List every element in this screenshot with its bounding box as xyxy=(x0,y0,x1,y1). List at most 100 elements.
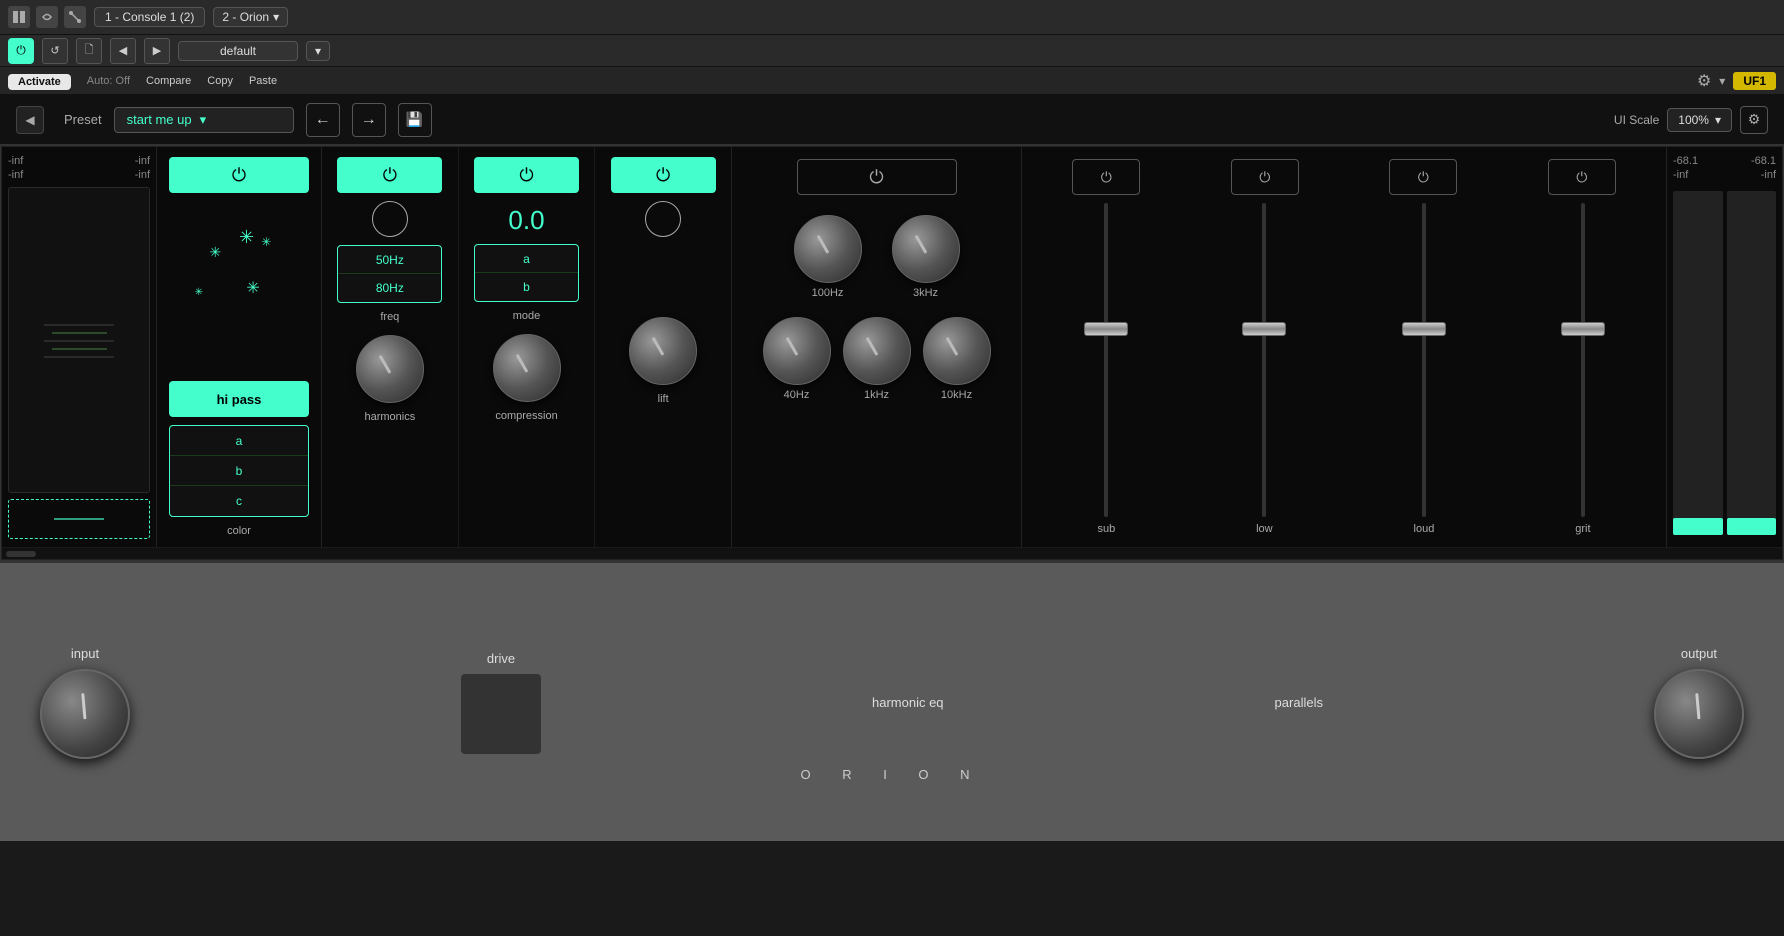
loud-fader-track[interactable] xyxy=(1422,203,1426,517)
heq-10khz-knob[interactable] xyxy=(923,317,991,385)
heq-1khz-knob[interactable] xyxy=(843,317,911,385)
vu-top-right: -inf xyxy=(135,155,150,167)
drive-power-icon: ⏻ xyxy=(383,165,397,186)
loud-fader-thumb[interactable] xyxy=(1402,322,1446,336)
bottom-section: input drive O R I O N harmonic eq parall… xyxy=(0,561,1784,841)
hi-pass-button[interactable]: hi pass xyxy=(169,381,309,417)
sub-fader-track[interactable] xyxy=(1104,203,1108,517)
grit-fader-thumb[interactable] xyxy=(1561,322,1605,336)
grit-fader-track[interactable] xyxy=(1581,203,1585,517)
output-level-left xyxy=(1673,518,1723,535)
uf1-badge: UF1 xyxy=(1733,72,1776,90)
lift-circle xyxy=(645,201,681,237)
parallels-section: ⏻ ⏻ ⏻ ⏻ xyxy=(1022,147,1667,547)
paste-button[interactable]: Paste xyxy=(249,75,277,87)
ui-scale-arrow-icon: ▾ xyxy=(1715,113,1721,127)
prev-arrow-icon: ← xyxy=(315,111,331,129)
plugin-wrapper: -inf -inf -inf -inf xyxy=(0,145,1784,561)
loud-power-icon: ⏻ xyxy=(1418,169,1429,186)
panels-icon[interactable] xyxy=(8,6,30,28)
plugin-dropdown[interactable]: 2 - Orion ▾ xyxy=(213,7,288,27)
harmonic-eq-label: harmonic eq xyxy=(872,695,944,710)
activate-button[interactable]: Activate xyxy=(8,74,71,90)
compare-button[interactable]: Compare xyxy=(146,75,191,87)
undo-icon[interactable] xyxy=(36,6,58,28)
low-fader-col: low xyxy=(1256,203,1273,535)
heq-40hz-label: 40Hz xyxy=(784,389,810,401)
mode-display: a b xyxy=(474,244,579,302)
freq-50hz[interactable]: 50Hz xyxy=(338,246,441,274)
freq-80hz[interactable]: 80Hz xyxy=(338,274,441,302)
lift-label: lift xyxy=(658,393,669,405)
preset-value: start me up xyxy=(127,112,192,127)
output-knob[interactable] xyxy=(1654,669,1744,759)
heq-3khz-knob[interactable] xyxy=(892,215,960,283)
harmonic-eq-bottom: harmonic eq xyxy=(872,695,944,710)
ui-scale-value: 100% xyxy=(1678,113,1709,127)
next-arrow-icon: → xyxy=(361,111,377,129)
prev-button[interactable]: ◀ xyxy=(110,38,136,64)
input-knob[interactable] xyxy=(40,669,130,759)
preset-dropdown-plugin[interactable]: start me up ▾ xyxy=(114,107,294,133)
input-label: input xyxy=(71,646,99,661)
next-button[interactable]: ▶ xyxy=(144,38,170,64)
parallels-label: parallels xyxy=(1275,695,1323,710)
drive-section: ⏻ 50Hz 80Hz freq xyxy=(322,147,732,547)
lift-power-icon: ⏻ xyxy=(656,165,670,186)
mode-a[interactable]: a xyxy=(475,245,578,273)
vu-bot-left: -inf xyxy=(8,169,23,181)
output-meter-right xyxy=(1727,191,1777,535)
color-power-button[interactable]: ⏻ xyxy=(169,157,309,193)
harmonics-knob[interactable] xyxy=(356,335,424,403)
loud-power-button[interactable]: ⏻ xyxy=(1389,159,1457,195)
plugin-settings-icon[interactable]: ⚙ xyxy=(1740,106,1768,134)
power-button[interactable]: ⏻ xyxy=(8,38,34,64)
file-button[interactable]: 🗋 xyxy=(76,38,102,64)
grit-power-button[interactable]: ⏻ xyxy=(1548,159,1616,195)
save-preset-button[interactable]: 💾 xyxy=(398,103,432,137)
low-fader-thumb[interactable] xyxy=(1242,322,1286,336)
heq-100hz-knob[interactable] xyxy=(794,215,862,283)
color-option-a[interactable]: a xyxy=(170,426,308,456)
output-faders xyxy=(1673,187,1776,539)
low-power-button[interactable]: ⏻ xyxy=(1231,159,1299,195)
scroll-thumb[interactable] xyxy=(6,551,36,557)
ui-scale-dropdown[interactable]: 100% ▾ xyxy=(1667,108,1732,132)
top-toolbar: 1 - Console 1 (2) 2 - Orion ▾ xyxy=(0,0,1784,35)
dropdown-arrow-icon[interactable]: ▾ xyxy=(1719,74,1725,88)
mode-power-button[interactable]: ⏻ xyxy=(474,157,579,193)
output-meter-left xyxy=(1673,191,1723,535)
preset-dropdown[interactable]: ▾ xyxy=(306,41,330,61)
prev-preset-button[interactable]: ← xyxy=(306,103,340,137)
grit-fader-col: grit xyxy=(1575,203,1590,535)
lift-power-button[interactable]: ⏻ xyxy=(611,157,716,193)
back-icon[interactable]: ◀ xyxy=(16,106,44,134)
lift-knob[interactable] xyxy=(629,317,697,385)
harmonic-eq-section: ⏻ 100Hz 3kHz 40H xyxy=(732,147,1022,547)
output-level-right xyxy=(1727,518,1777,535)
undo-button[interactable]: ↺ xyxy=(42,38,68,64)
heq-power-button[interactable]: ⏻ xyxy=(797,159,957,195)
gear-settings-icon[interactable]: ⚙ xyxy=(1697,71,1711,91)
color-option-b[interactable]: b xyxy=(170,456,308,486)
mode-b[interactable]: b xyxy=(475,273,578,301)
sub-fader-thumb[interactable] xyxy=(1084,322,1128,336)
drive-mode-col: ⏻ 0.0 a b mode xyxy=(458,147,595,547)
sub-power-button[interactable]: ⏻ xyxy=(1072,159,1140,195)
next-preset-button[interactable]: → xyxy=(352,103,386,137)
color-option-c[interactable]: c xyxy=(170,486,308,516)
track-label[interactable]: 1 - Console 1 (2) xyxy=(94,7,205,27)
ui-scale-label: UI Scale xyxy=(1614,113,1659,127)
star-icon-5: ✳ xyxy=(246,278,259,298)
low-fader-track[interactable] xyxy=(1262,203,1266,517)
drive-power-button[interactable]: ⏻ xyxy=(337,157,442,193)
heq-power-icon: ⏻ xyxy=(869,167,883,188)
compression-knob[interactable] xyxy=(493,334,561,402)
routing-icon[interactable] xyxy=(64,6,86,28)
heq-40hz-knob[interactable] xyxy=(763,317,831,385)
bracket-display xyxy=(8,499,150,539)
copy-button[interactable]: Copy xyxy=(207,75,233,87)
sub-fader-label: sub xyxy=(1097,523,1115,535)
sub-fader-col: sub xyxy=(1097,203,1115,535)
color-power-icon: ⏻ xyxy=(232,165,246,186)
